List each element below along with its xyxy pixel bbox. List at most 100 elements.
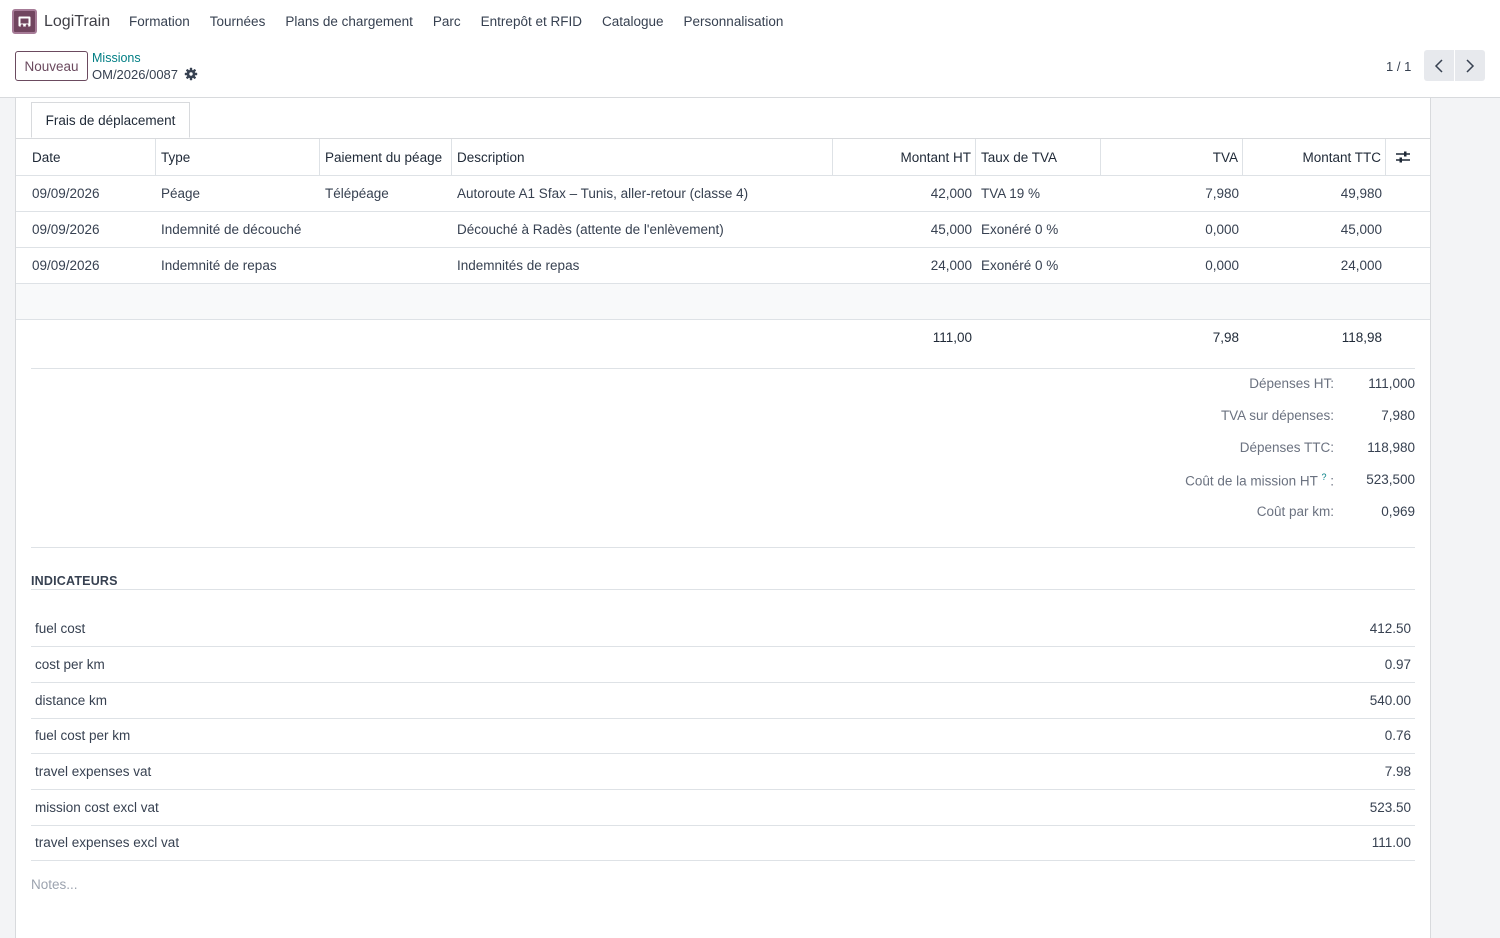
indicator-label: travel expenses vat (35, 764, 152, 779)
table-header: Date Type Paiement du péage Description … (16, 139, 1430, 176)
total-amount-ht: 111,00 (932, 330, 972, 345)
column-type[interactable]: Type (156, 139, 320, 175)
cell-type[interactable]: Péage (156, 176, 320, 211)
summary-value-expenses-ht: 111,000 (1368, 376, 1415, 391)
form-sheet: Frais de déplacement Date Type Paiement … (15, 98, 1431, 938)
indicator-row: fuel cost per km 0.76 (31, 718, 1415, 754)
indicators-top-divider (31, 547, 1415, 548)
breadcrumb-missions[interactable]: Missions (92, 51, 141, 65)
column-amount-ttc[interactable]: Montant TTC (1243, 139, 1386, 175)
summary-label-mission-cost: Coût de la mission HT ? : (1185, 472, 1334, 489)
cell-vat: 7,980 (1205, 186, 1239, 201)
cell-vat: 0,000 (1205, 258, 1239, 273)
indicator-label: mission cost excl vat (35, 800, 159, 815)
new-button[interactable]: Nouveau (15, 51, 88, 81)
cell-vat-rate[interactable]: Exonéré 0 % (976, 212, 1101, 247)
cell-description[interactable]: Découché à Radès (attente de l'enlèvemen… (452, 212, 833, 247)
column-amount-ht[interactable]: Montant HT (833, 139, 976, 175)
indicators-title: INDICATEURS (31, 574, 118, 588)
column-date[interactable]: Date (16, 139, 156, 175)
indicator-row: mission cost excl vat 523.50 (31, 790, 1415, 826)
indicator-row: travel expenses vat 7.98 (31, 754, 1415, 790)
cell-amount-ht[interactable]: 42,000 (833, 176, 976, 211)
indicator-value: 540.00 (1369, 693, 1411, 708)
menu-item-plans-de-chargement[interactable]: Plans de chargement (275, 0, 423, 44)
indicator-row: fuel cost 412.50 (31, 611, 1415, 647)
summary-label-suffix: : (1330, 473, 1334, 489)
table-row[interactable]: 09/09/2026 Indemnité de découché Découch… (16, 212, 1430, 248)
gear-icon[interactable] (184, 67, 198, 81)
summary-value-cost-per-km: 0,969 (1381, 504, 1415, 519)
optional-columns-toggle[interactable] (1386, 139, 1430, 175)
pager-value[interactable]: 1 / 1 (1386, 59, 1411, 74)
menu-item-catalogue[interactable]: Catalogue (592, 0, 674, 44)
truck-icon[interactable] (12, 9, 37, 34)
table-row[interactable]: 09/09/2026 Péage Télépéage Autoroute A1 … (16, 176, 1430, 212)
cell-amount-ttc: 24,000 (1340, 258, 1382, 273)
indicators-title-divider (31, 589, 1415, 590)
summary-value-expenses-vat: 7,980 (1381, 408, 1415, 423)
menu-item-tournees[interactable]: Tournées (200, 0, 276, 44)
cell-vat-rate[interactable]: Exonéré 0 % (976, 248, 1101, 283)
sliders-icon (1396, 151, 1410, 163)
record-name: OM/2026/0087 (92, 67, 179, 82)
cell-amount-ttc: 45,000 (1340, 222, 1382, 237)
indicator-label: travel expenses excl vat (35, 835, 180, 850)
column-description[interactable]: Description (452, 139, 833, 175)
indicator-row: cost per km 0.97 (31, 647, 1415, 683)
column-vat[interactable]: TVA (1101, 139, 1243, 175)
menu-item-formation[interactable]: Formation (119, 0, 200, 44)
cell-date[interactable]: 09/09/2026 (16, 176, 156, 211)
cell-amount-ht[interactable]: 45,000 (833, 212, 976, 247)
cell-date[interactable]: 09/09/2026 (16, 248, 156, 283)
pager-next-button[interactable] (1455, 50, 1485, 81)
column-payment[interactable]: Paiement du péage (320, 139, 452, 175)
tab-frais-de-deplacement[interactable]: Frais de déplacement (31, 102, 190, 138)
menu-item-parc[interactable]: Parc (423, 0, 471, 44)
table-empty-row[interactable] (16, 284, 1430, 320)
pager-previous-button[interactable] (1424, 50, 1454, 81)
help-icon[interactable]: ? (1321, 472, 1326, 482)
indicator-value: 7.98 (1384, 764, 1411, 779)
cell-type[interactable]: Indemnité de découché (156, 212, 320, 247)
cell-type[interactable]: Indemnité de repas (156, 248, 320, 283)
menu-item-entrepot-rfid[interactable]: Entrepôt et RFID (471, 0, 592, 44)
cell-payment[interactable] (320, 212, 452, 247)
app-name[interactable]: LogiTrain (44, 13, 110, 31)
menu-item-personnalisation[interactable]: Personnalisation (674, 0, 794, 44)
column-vat-rate[interactable]: Taux de TVA (976, 139, 1101, 175)
summary-label-expenses-ht: Dépenses HT: (1249, 376, 1334, 391)
cell-amount-ttc: 49,980 (1340, 186, 1382, 201)
summary-value-expenses-ttc: 118,980 (1367, 440, 1415, 455)
indicator-value: 0.76 (1384, 728, 1411, 743)
cell-amount-ht[interactable]: 24,000 (833, 248, 976, 283)
cell-description[interactable]: Indemnités de repas (452, 248, 833, 283)
cell-description[interactable]: Autoroute A1 Sfax – Tunis, aller-retour … (452, 176, 833, 211)
total-amount-ttc: 118,98 (1341, 330, 1382, 345)
indicator-label: cost per km (35, 657, 105, 672)
control-panel: Nouveau Missions OM/2026/0087 1 / 1 (0, 44, 1500, 98)
indicator-label: fuel cost per km (35, 728, 131, 743)
chevron-left-icon (1434, 59, 1443, 73)
cell-payment[interactable] (320, 248, 452, 283)
indicator-row: distance km 540.00 (31, 683, 1415, 719)
summary-label-cost-per-km: Coût par km: (1256, 504, 1334, 519)
table-totals-row: 111,00 7,98 118,98 (16, 320, 1430, 356)
cell-payment[interactable]: Télépéage (320, 176, 452, 211)
top-navbar: LogiTrain Formation Tournées Plans de ch… (0, 0, 1500, 44)
notes-field[interactable]: Notes... (31, 877, 78, 892)
table-row[interactable]: 09/09/2026 Indemnité de repas Indemnités… (16, 248, 1430, 284)
summary-label-expenses-vat: TVA sur dépenses: (1220, 408, 1334, 423)
summary-divider (31, 368, 1415, 369)
summary-label-mission-cost-text: Coût de la mission HT (1185, 473, 1318, 489)
indicator-label: fuel cost (35, 621, 86, 636)
total-vat: 7,98 (1212, 330, 1239, 345)
summary-value-mission-cost: 523,500 (1366, 472, 1415, 487)
indicator-value: 412.50 (1369, 621, 1411, 636)
cell-vat: 0,000 (1205, 222, 1239, 237)
indicator-value: 111.00 (1371, 835, 1411, 850)
cell-date[interactable]: 09/09/2026 (16, 212, 156, 247)
indicator-value: 523.50 (1369, 800, 1411, 815)
indicator-value: 0.97 (1384, 657, 1411, 672)
cell-vat-rate[interactable]: TVA 19 % (976, 176, 1101, 211)
